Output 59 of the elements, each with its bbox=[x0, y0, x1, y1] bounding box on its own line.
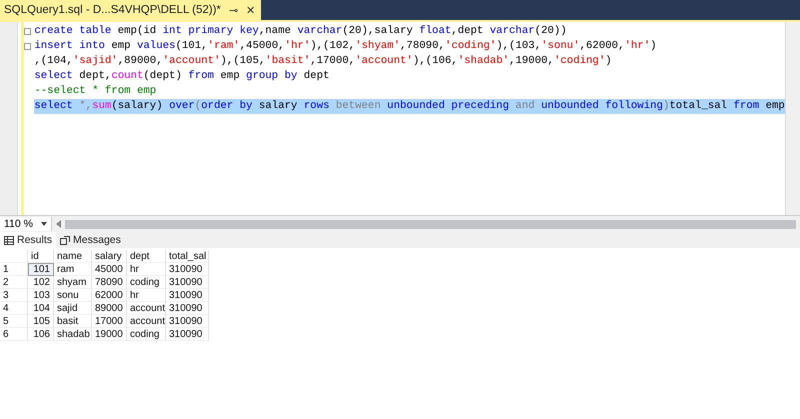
table-cell: coding bbox=[127, 328, 166, 341]
row-number: 3 bbox=[0, 289, 28, 302]
column-header: salary bbox=[92, 250, 127, 263]
table-cell: 310090 bbox=[166, 276, 209, 289]
table-cell: sajid bbox=[54, 302, 92, 315]
table-cell: 101 bbox=[28, 263, 54, 276]
table-cell: 310090 bbox=[166, 302, 209, 315]
table-cell: ram bbox=[54, 263, 92, 276]
code-line: --select * from emp bbox=[34, 84, 156, 99]
table-cell: account bbox=[127, 302, 166, 315]
tab-title: SQLQuery1.sql - D...S4VHQP\DELL (52))* bbox=[4, 4, 221, 16]
table-cell: shyam bbox=[54, 276, 92, 289]
table-cell: account bbox=[127, 315, 166, 328]
messages-icon bbox=[60, 236, 70, 244]
code-line: select dept,count(dept) from emp group by dept bbox=[34, 69, 330, 84]
table-cell: 104 bbox=[28, 302, 54, 315]
collapse-icon[interactable] bbox=[24, 28, 31, 35]
table-cell: 105 bbox=[28, 315, 54, 328]
table-cell: 62000 bbox=[92, 289, 127, 302]
zoom-dropdown[interactable]: 110 % bbox=[0, 217, 52, 231]
table-cell: 310090 bbox=[166, 289, 209, 302]
row-number: 2 bbox=[0, 276, 28, 289]
column-header: total_sal bbox=[166, 250, 209, 263]
table-cell: sonu bbox=[54, 289, 92, 302]
close-icon[interactable]: ✕ bbox=[246, 4, 255, 16]
row-number: 6 bbox=[0, 328, 28, 341]
table-cell: basit bbox=[54, 315, 92, 328]
table-cell: 89000 bbox=[92, 302, 127, 315]
code-line: insert into emp values(101,'ram',45000,'hr'),(102,'shyam',78090,'coding'),(103,'sonu',62000,'hr') bbox=[34, 39, 657, 54]
table-cell: hr bbox=[127, 289, 166, 302]
table-cell: hr bbox=[127, 263, 166, 276]
table-cell: 310090 bbox=[166, 315, 209, 328]
scrollbar-thumb[interactable] bbox=[65, 220, 796, 228]
caret-icon bbox=[41, 222, 47, 226]
table-cell: 103 bbox=[28, 289, 54, 302]
row-number: 4 bbox=[0, 302, 28, 315]
code-line: ,(104,'sajid',89000,'account'),(105,'basit',17000,'account'),(106,'shadab',19000,'coding') bbox=[34, 54, 612, 69]
vertical-scrollbar[interactable] bbox=[784, 22, 800, 215]
table-cell: 310090 bbox=[166, 263, 209, 276]
table-cell: 102 bbox=[28, 276, 54, 289]
table-cell: shadab bbox=[54, 328, 92, 341]
table-cell: 310090 bbox=[166, 328, 209, 341]
table-cell: 106 bbox=[28, 328, 54, 341]
code-line: create table emp(id int primary key,name varchar(20),salary float,dept varchar(20)) bbox=[34, 24, 567, 39]
column-header: id bbox=[28, 250, 54, 263]
collapse-icon[interactable] bbox=[24, 43, 31, 50]
column-header: name bbox=[54, 250, 92, 263]
table-cell: 17000 bbox=[92, 315, 127, 328]
table-cell: 19000 bbox=[92, 328, 127, 341]
table-cell: coding bbox=[127, 276, 166, 289]
results-tab[interactable]: Results bbox=[0, 232, 56, 248]
scroll-left-icon[interactable] bbox=[56, 220, 61, 228]
column-header: dept bbox=[127, 250, 166, 263]
document-tab[interactable]: SQLQuery1.sql - D...S4VHQP\DELL (52))* ⊸ ✕ bbox=[0, 0, 261, 20]
table-cell: 78090 bbox=[92, 276, 127, 289]
row-number: 5 bbox=[0, 315, 28, 328]
pin-icon[interactable]: ⊸ bbox=[228, 4, 238, 16]
table-cell: 45000 bbox=[92, 263, 127, 276]
grid-icon bbox=[4, 236, 14, 244]
